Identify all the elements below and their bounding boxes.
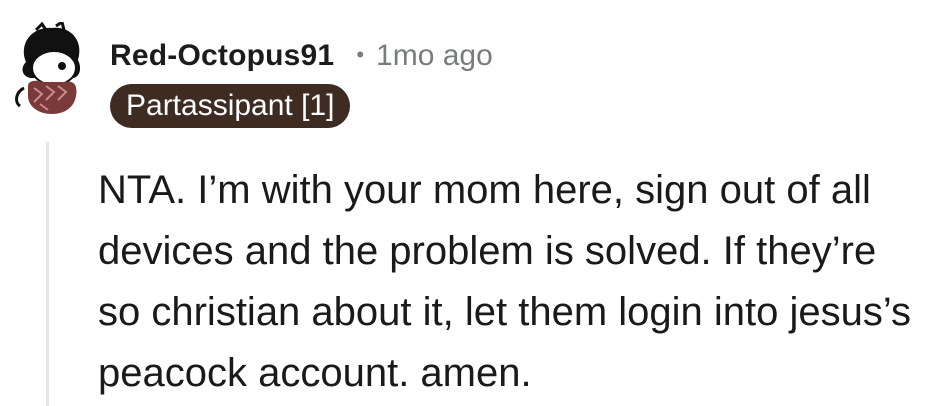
comment-body: NTA. I’m with your mom here, sign out of… [98,168,912,395]
comment-timestamp[interactable]: 1mo ago [376,39,493,73]
username-link[interactable]: Red-Octopus91 [110,39,334,73]
user-avatar[interactable] [12,19,92,116]
meta-separator: • [356,42,365,67]
comment-meta: Red-Octopus91 • 1mo ago [110,34,493,78]
comment: Red-Octopus91 • 1mo ago Partassipant [1]… [0,0,928,406]
snoo-avatar-icon [15,19,81,114]
thread-collapse-line[interactable] [46,142,49,406]
user-flair-badge: Partassipant [1] [110,84,351,128]
